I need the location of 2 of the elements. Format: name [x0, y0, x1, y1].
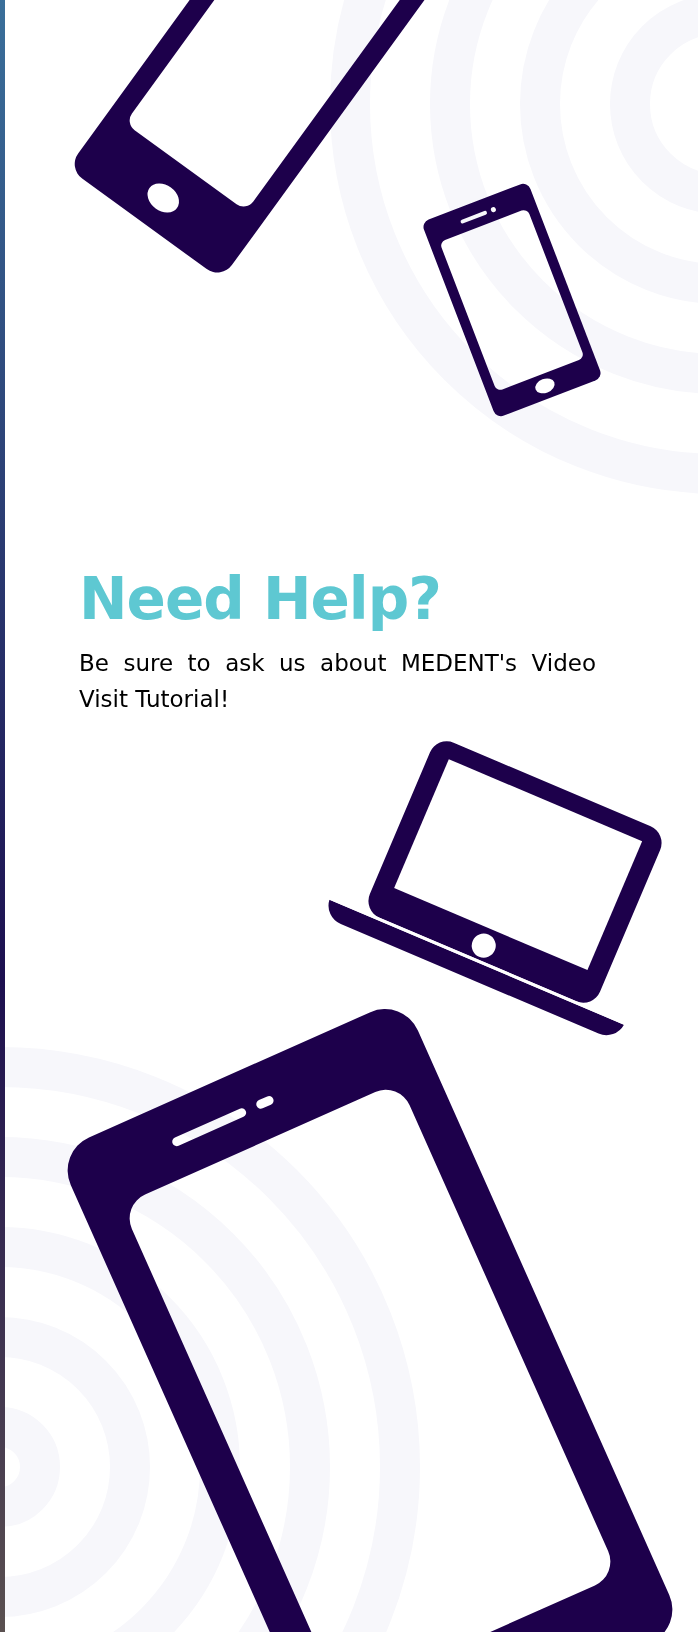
body-text: Be sure to ask us about MEDENT's Video Visit Tutorial!: [79, 648, 596, 715]
heading: Need Help?: [79, 565, 442, 635]
